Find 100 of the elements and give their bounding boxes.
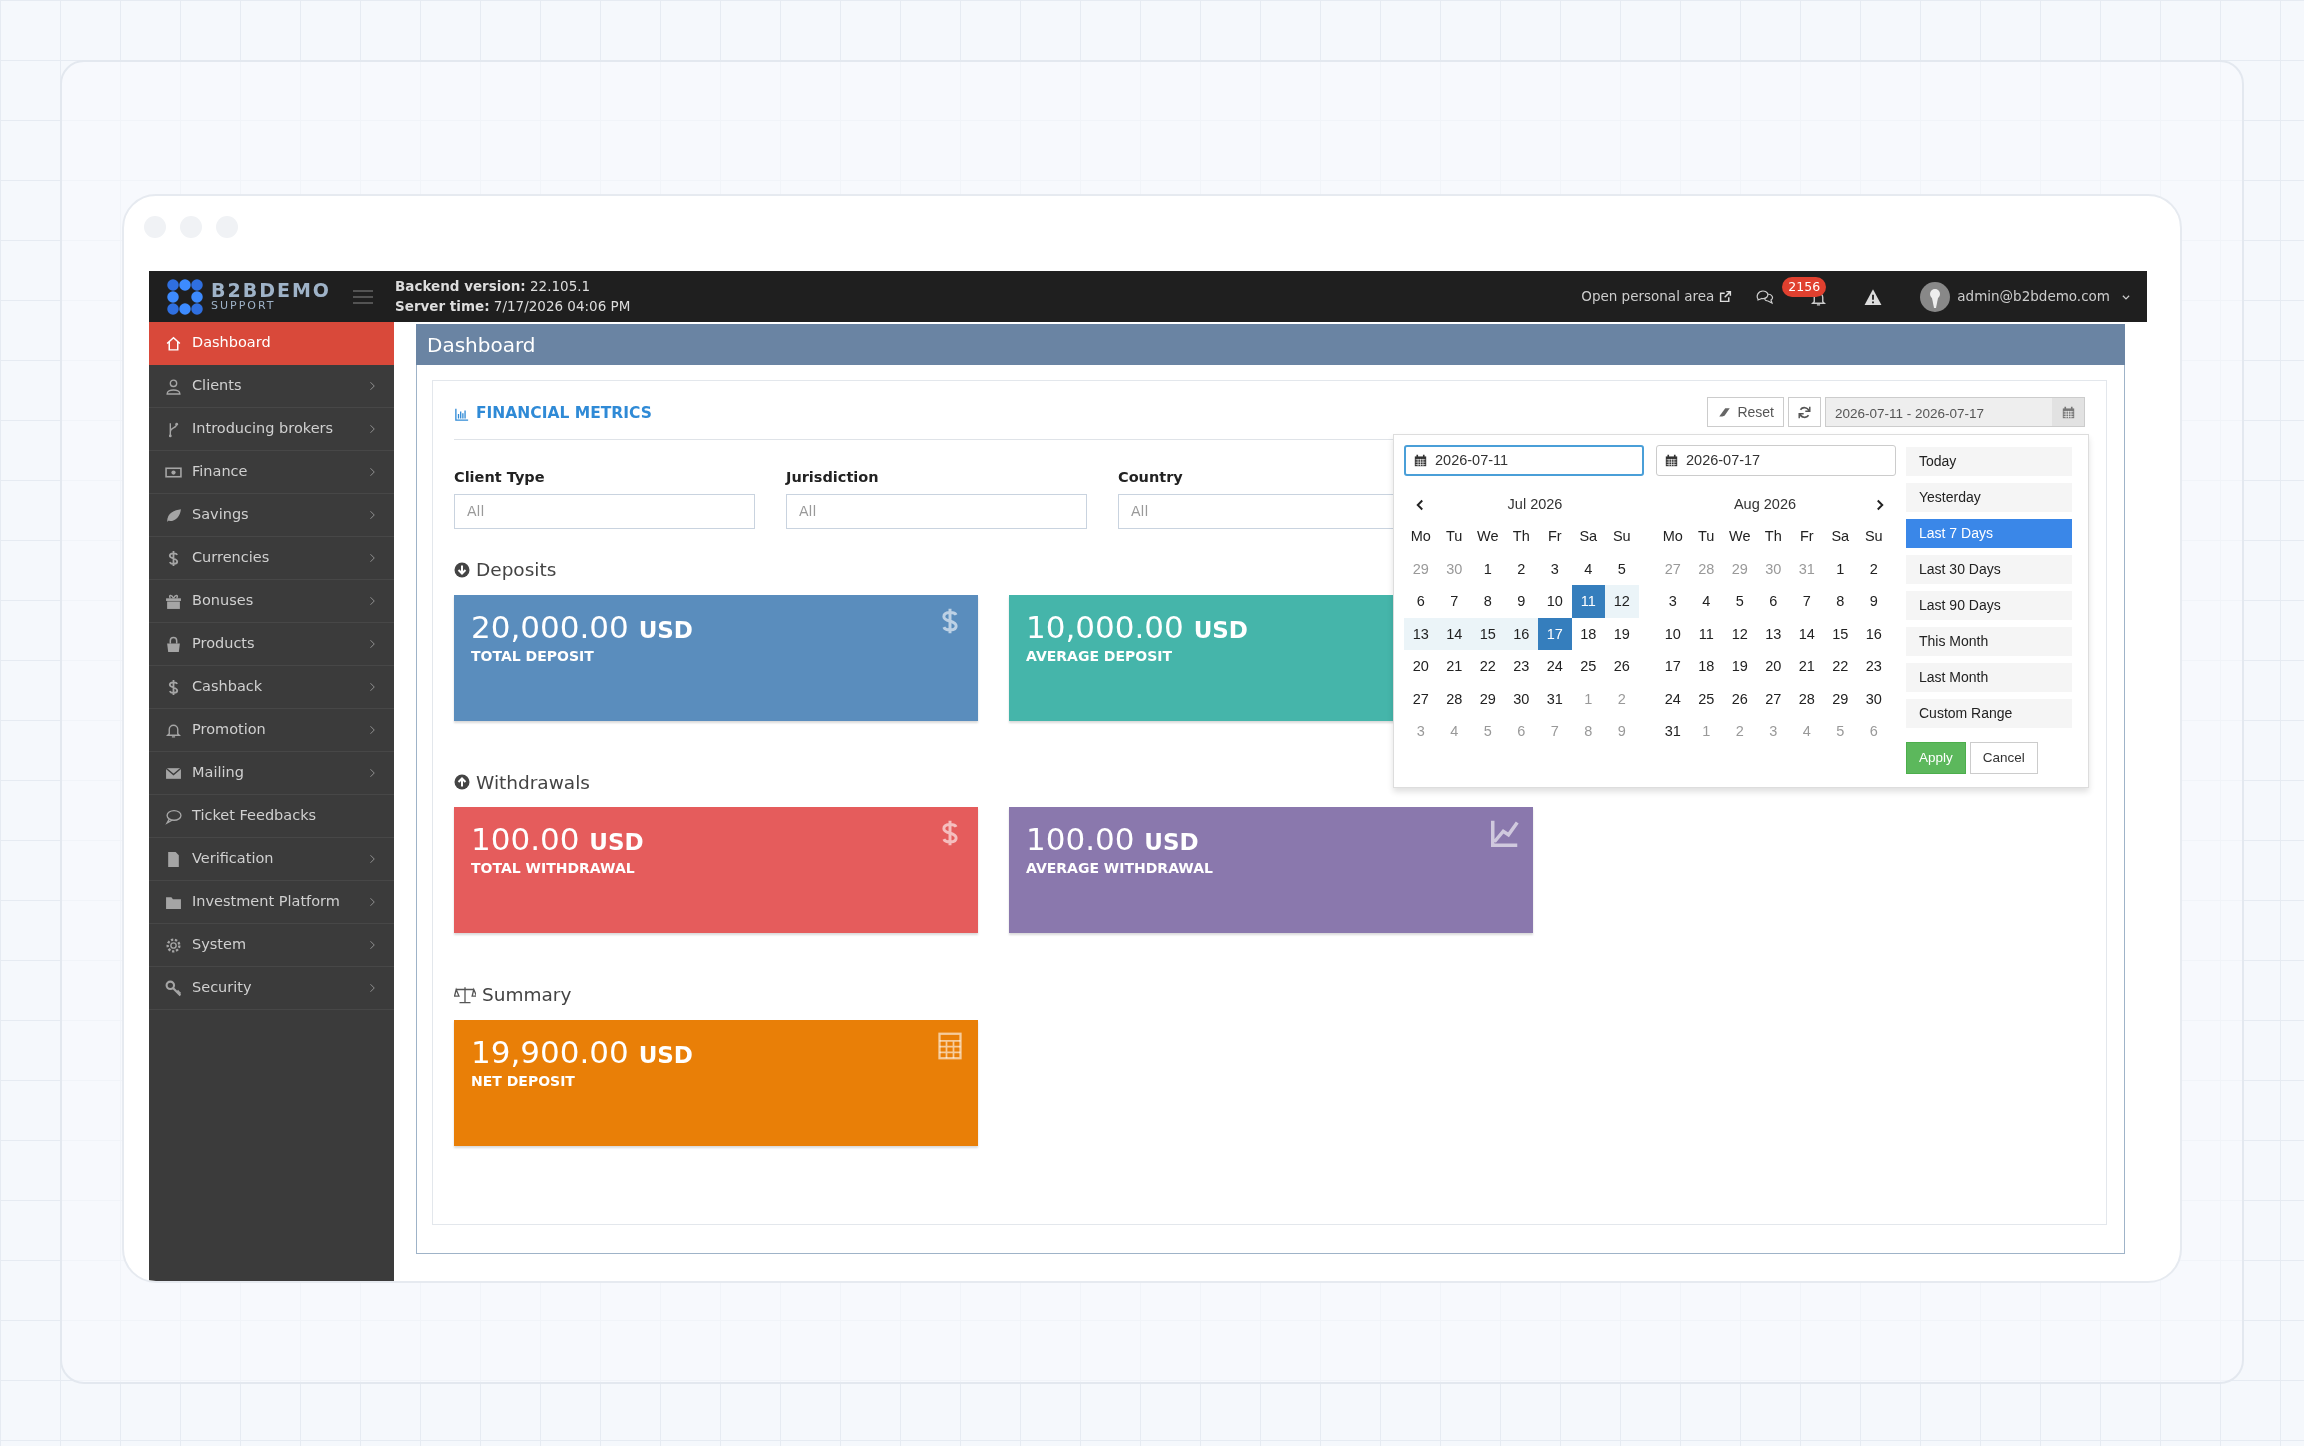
sidebar-item[interactable]: Currencies <box>149 537 394 580</box>
calendar-day[interactable]: 29 <box>1823 682 1857 715</box>
calendar-day[interactable]: 10 <box>1656 617 1690 650</box>
calendar-day[interactable]: 23 <box>1504 650 1538 683</box>
calendar-day[interactable]: 30 <box>1504 682 1538 715</box>
sidebar-item[interactable]: Promotion <box>149 709 394 752</box>
calendar-day[interactable]: 26 <box>1723 682 1757 715</box>
sidebar-item[interactable]: Bonuses <box>149 580 394 623</box>
sidebar-item[interactable]: Products <box>149 623 394 666</box>
calendar-day[interactable]: 17 <box>1656 650 1690 683</box>
calendar-day[interactable]: 19 <box>1723 650 1757 683</box>
range-option[interactable]: Last 7 Days <box>1906 519 2072 548</box>
calendar-day[interactable]: 12 <box>1605 585 1639 618</box>
calendar-day[interactable]: 25 <box>1689 682 1723 715</box>
calendar-day[interactable]: 13 <box>1756 617 1790 650</box>
range-option[interactable]: This Month <box>1906 627 2072 656</box>
reset-button[interactable]: Reset <box>1707 397 1784 427</box>
date-field[interactable]: 2026-07-11 <box>1404 445 1644 476</box>
sidebar-item[interactable]: Ticket Feedbacks <box>149 795 394 838</box>
calendar-day[interactable]: 10 <box>1538 585 1572 618</box>
calendar-day[interactable]: 30 <box>1857 682 1891 715</box>
calendar-day[interactable]: 15 <box>1471 617 1505 650</box>
cancel-button[interactable]: Cancel <box>1969 742 2038 774</box>
sidebar-item[interactable]: Verification <box>149 838 394 881</box>
calendar-day[interactable]: 21 <box>1437 650 1471 683</box>
calendar-day[interactable]: 25 <box>1571 650 1605 683</box>
calendar-day[interactable]: 6 <box>1756 585 1790 618</box>
range-option[interactable]: Custom Range <box>1906 699 2072 728</box>
sidebar-item[interactable]: Dashboard <box>149 322 394 365</box>
calendar-day[interactable]: 12 <box>1723 617 1757 650</box>
calendar-day[interactable]: 28 <box>1790 682 1824 715</box>
sidebar-item[interactable]: Cashback <box>149 666 394 709</box>
calendar-day[interactable]: 31 <box>1538 682 1572 715</box>
calendar-day[interactable]: 8 <box>1471 585 1505 618</box>
calendar-day[interactable]: 2 <box>1857 552 1891 585</box>
calendar-day[interactable]: 20 <box>1404 650 1438 683</box>
calendar-day[interactable]: 27 <box>1756 682 1790 715</box>
calendar-day[interactable]: 4 <box>1571 552 1605 585</box>
sidebar-item[interactable]: Mailing <box>149 752 394 795</box>
calendar-day[interactable]: 22 <box>1823 650 1857 683</box>
calendar-day[interactable]: 5 <box>1723 585 1757 618</box>
refresh-button[interactable] <box>1788 397 1821 427</box>
calendar-day[interactable]: 1 <box>1471 552 1505 585</box>
range-option[interactable]: Today <box>1906 447 2072 476</box>
calendar-day[interactable]: 14 <box>1790 617 1824 650</box>
calendar-day[interactable]: 3 <box>1538 552 1572 585</box>
sidebar-item[interactable]: Finance <box>149 451 394 494</box>
calendar-day[interactable]: 24 <box>1538 650 1572 683</box>
calendar-day[interactable]: 17 <box>1538 617 1572 650</box>
calendar-day[interactable]: 7 <box>1790 585 1824 618</box>
calendar-day[interactable]: 9 <box>1857 585 1891 618</box>
date-range-field[interactable]: 2026-07-11 - 2026-07-17 <box>1825 397 2085 427</box>
range-option[interactable]: Last 90 Days <box>1906 591 2072 620</box>
next-month-icon[interactable] <box>1874 499 1886 511</box>
calendar-day[interactable]: 24 <box>1656 682 1690 715</box>
chat-icon[interactable] <box>1756 288 1775 305</box>
calendar-day[interactable]: 4 <box>1689 585 1723 618</box>
range-option[interactable]: Yesterday <box>1906 483 2072 512</box>
calendar-day[interactable]: 26 <box>1605 650 1639 683</box>
calendar-day[interactable]: 2 <box>1504 552 1538 585</box>
filter-field[interactable]: All <box>454 493 755 529</box>
sidebar-item[interactable]: Introducing brokers <box>149 408 394 451</box>
calendar-day[interactable]: 21 <box>1790 650 1824 683</box>
calendar-day[interactable]: 13 <box>1404 617 1438 650</box>
warning-icon[interactable] <box>1864 287 1883 306</box>
calendar-day[interactable]: 1 <box>1823 552 1857 585</box>
calendar-day[interactable]: 19 <box>1605 617 1639 650</box>
calendar-day[interactable]: 23 <box>1857 650 1891 683</box>
sidebar-item[interactable]: Clients <box>149 365 394 408</box>
sidebar-item[interactable]: Security <box>149 967 394 1010</box>
sidebar-item[interactable]: System <box>149 924 394 967</box>
calendar-day[interactable]: 20 <box>1756 650 1790 683</box>
range-option[interactable]: Last Month <box>1906 663 2072 692</box>
calendar-day[interactable]: 22 <box>1471 650 1505 683</box>
calendar-day[interactable]: 18 <box>1571 617 1605 650</box>
sidebar-item[interactable]: Investment Platform <box>149 881 394 924</box>
calendar-day[interactable]: 3 <box>1656 585 1690 618</box>
calendar-day[interactable]: 15 <box>1823 617 1857 650</box>
calendar-day[interactable]: 28 <box>1437 682 1471 715</box>
date-field[interactable]: 2026-07-17 <box>1656 445 1896 476</box>
calendar-day[interactable]: 8 <box>1823 585 1857 618</box>
calendar-day[interactable]: 9 <box>1504 585 1538 618</box>
calendar-day[interactable]: 5 <box>1605 552 1639 585</box>
calendar-day[interactable]: 11 <box>1689 617 1723 650</box>
personal-area-link[interactable]: Open personal area <box>1581 286 1733 307</box>
previous-month-icon[interactable] <box>1414 499 1426 511</box>
calendar-day[interactable]: 16 <box>1504 617 1538 650</box>
calendar-day[interactable]: 18 <box>1689 650 1723 683</box>
calendar-day[interactable]: 16 <box>1857 617 1891 650</box>
filter-field[interactable]: All <box>786 493 1087 529</box>
range-option[interactable]: Last 30 Days <box>1906 555 2072 584</box>
calendar-day[interactable]: 14 <box>1437 617 1471 650</box>
calendar-day[interactable]: 31 <box>1656 715 1690 748</box>
calendar-day[interactable]: 29 <box>1471 682 1505 715</box>
calendar-day[interactable]: 27 <box>1404 682 1438 715</box>
calendar-day[interactable]: 6 <box>1404 585 1438 618</box>
sidebar-item[interactable]: Savings <box>149 494 394 537</box>
user-menu[interactable]: admin@b2bdemo.com <box>1920 281 2131 312</box>
calendar-day[interactable]: 11 <box>1571 585 1605 618</box>
calendar-day[interactable]: 7 <box>1437 585 1471 618</box>
